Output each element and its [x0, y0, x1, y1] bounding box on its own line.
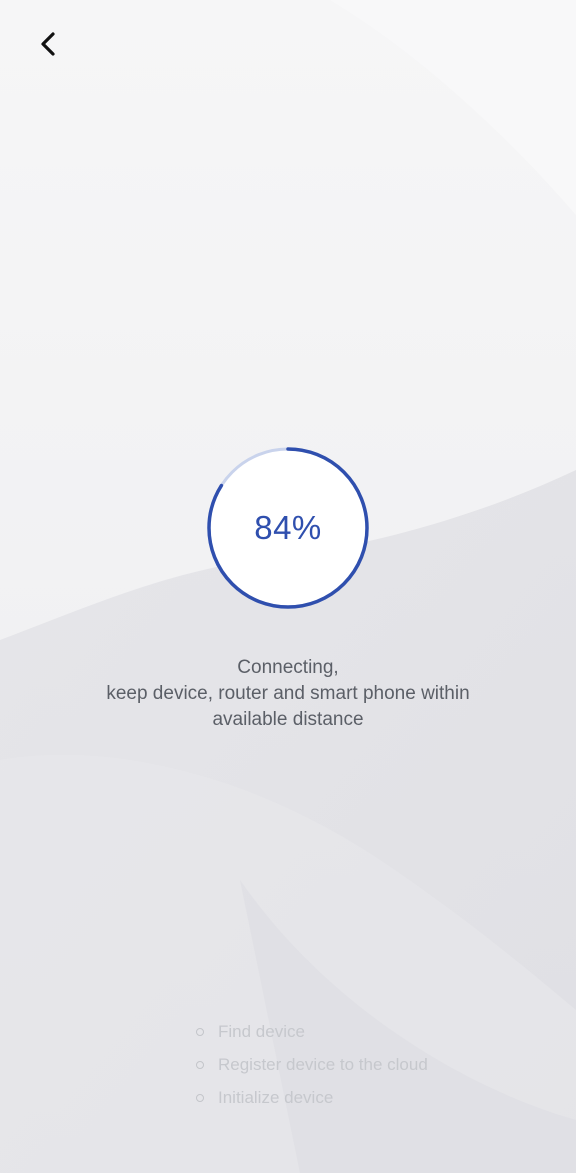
progress-ring: 84% [206, 446, 370, 610]
progress-percentage: 84% [254, 509, 322, 546]
status-line-2: keep device, router and smart phone with… [106, 683, 470, 704]
step-label: Register device to the cloud [218, 1054, 428, 1074]
status-line-3: available distance [212, 709, 364, 730]
step-find-device: Find device [194, 1015, 428, 1048]
status-line-1: Connecting, [237, 657, 339, 678]
step-register-device: Register device to the cloud [194, 1048, 428, 1081]
step-pending-dot-icon [196, 1060, 204, 1069]
step-initialize-device: Initialize device [194, 1081, 428, 1114]
connecting-status-message: Connecting, keep device, router and smar… [40, 655, 536, 733]
step-label: Initialize device [218, 1087, 334, 1107]
step-pending-dot-icon [196, 1027, 204, 1036]
back-button[interactable] [28, 24, 68, 64]
chevron-left-icon [41, 32, 55, 56]
step-label: Find device [218, 1021, 305, 1041]
step-pending-dot-icon [196, 1093, 204, 1102]
connection-steps-list: Find device Register device to the cloud… [194, 1015, 428, 1114]
